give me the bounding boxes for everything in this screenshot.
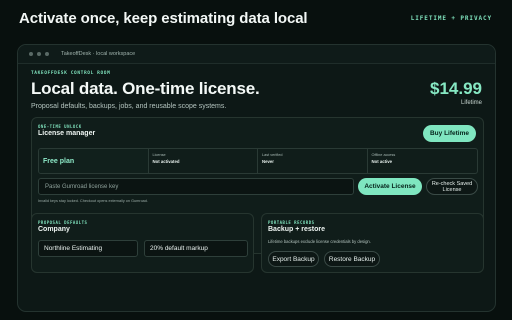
status-label: Offline access <box>371 153 396 157</box>
company-eyebrow: PROPOSAL DEFAULTS <box>38 220 88 225</box>
license-status-grid: Free plan License Not activated Last ver… <box>38 148 478 174</box>
company-title: Company <box>38 226 70 233</box>
restore-backup-button[interactable]: Restore Backup <box>324 251 380 267</box>
window-titlebar: TakeoffDesk · local workspace <box>18 45 495 64</box>
license-eyebrow: ONE-TIME UNLOCK <box>38 124 82 129</box>
hero-subtitle: Proposal defaults, backups, jobs, and re… <box>31 103 227 110</box>
backup-title: Backup + restore <box>268 226 325 233</box>
default-markup-field[interactable]: 20% default markup <box>144 240 248 257</box>
status-license: License Not activated <box>149 149 258 173</box>
app-window: TakeoffDesk · local workspace TAKEOFFDES… <box>17 44 496 312</box>
export-backup-button[interactable]: Export Backup <box>268 251 319 267</box>
license-title: License manager <box>38 130 96 137</box>
license-hint: Invalid keys stay locked. Checkout opens… <box>38 199 148 203</box>
backup-note: Lifetime backups exclude license credent… <box>268 239 371 244</box>
status-last-verified: Last verified Never <box>258 149 368 173</box>
window-minimize-dot[interactable] <box>37 52 41 56</box>
status-label: Last verified <box>262 153 283 157</box>
status-offline-access: Offline access Not active <box>368 149 478 173</box>
page-headline: Activate once, keep estimating data loca… <box>19 9 308 27</box>
price: $14.99 <box>430 79 482 98</box>
window-close-dot[interactable] <box>29 52 33 56</box>
status-value: Not active <box>371 159 393 164</box>
plan-cell: Free plan <box>39 149 149 173</box>
status-value: Never <box>262 159 274 164</box>
status-value: Not activated <box>152 159 180 164</box>
buy-lifetime-button[interactable]: Buy Lifetime <box>423 125 476 142</box>
status-label: License <box>152 153 166 157</box>
backup-card: PORTABLE RECORDS Backup + restore Lifeti… <box>261 213 484 273</box>
plan-label: Free plan <box>43 157 75 165</box>
price-block: $14.99 Lifetime <box>430 79 482 106</box>
activate-license-button[interactable]: Activate License <box>358 178 422 195</box>
backup-eyebrow: PORTABLE RECORDS <box>268 220 315 225</box>
lifetime-privacy-badge: LIFETIME + PRIVACY <box>410 14 492 22</box>
company-name-field[interactable]: Northline Estimating <box>38 240 138 257</box>
top-bar: Activate once, keep estimating data loca… <box>0 0 512 36</box>
company-card: PROPOSAL DEFAULTS Company Northline Esti… <box>31 213 254 273</box>
window-title: TakeoffDesk · local workspace <box>61 51 136 57</box>
hero-section: TAKEOFFDESK CONTROL ROOM Local data. One… <box>31 71 482 110</box>
hero-title: Local data. One-time license. <box>31 79 260 98</box>
window-maximize-dot[interactable] <box>45 52 49 56</box>
recheck-license-button[interactable]: Re-check Saved License <box>426 178 478 195</box>
hero-eyebrow: TAKEOFFDESK CONTROL ROOM <box>31 71 111 76</box>
license-key-input[interactable]: Paste Gumroad license key <box>38 178 354 195</box>
price-caption: Lifetime <box>460 100 482 106</box>
